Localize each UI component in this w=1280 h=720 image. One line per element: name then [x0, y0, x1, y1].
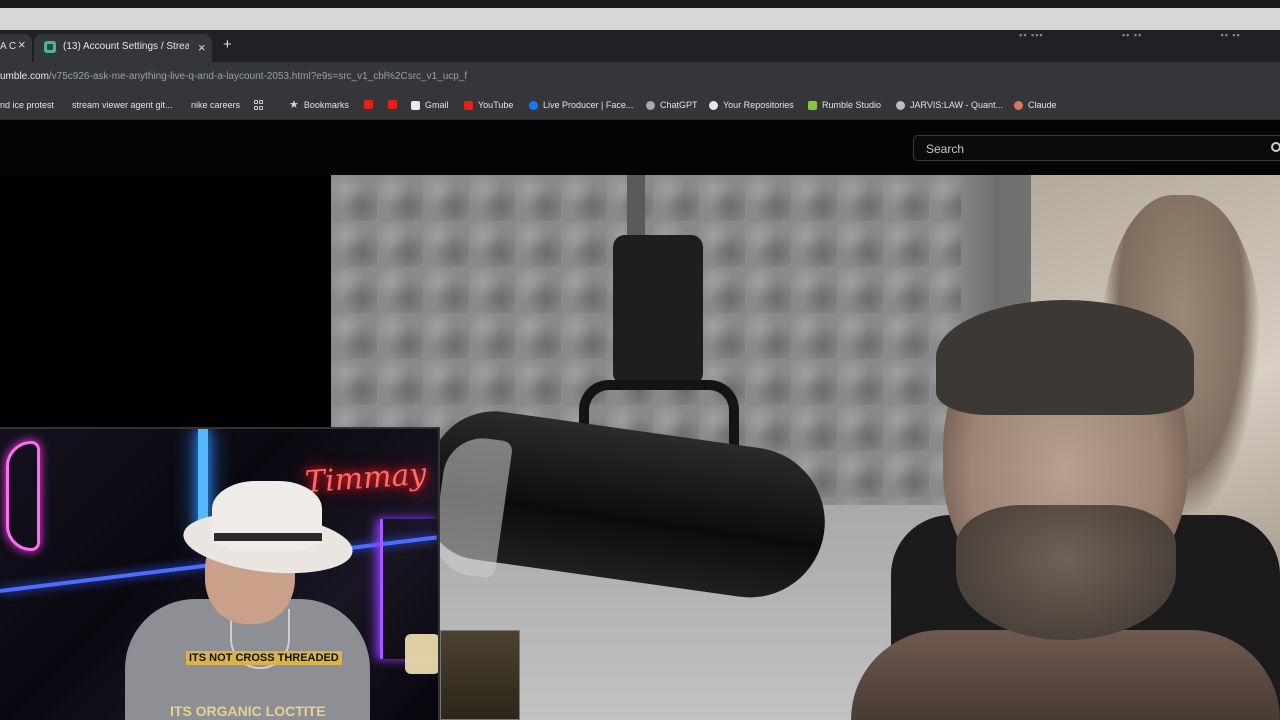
bookmark-label: nd ice protest — [0, 100, 55, 110]
bookmark-label: nike careers — [191, 100, 241, 110]
youtube-icon — [388, 100, 397, 109]
bookmarks-bar: nd ice protest stream viewer agent git..… — [0, 92, 1280, 120]
bookmark-label: Rumble Studio — [822, 100, 882, 110]
host-hair — [936, 300, 1194, 415]
search-box[interactable] — [913, 135, 1280, 161]
close-icon[interactable]: × — [18, 38, 26, 51]
facebook-icon — [529, 100, 538, 110]
tray-icon: ▪▪ ▪▪▪ — [1019, 30, 1044, 40]
bookmark-claude[interactable]: Claude — [1014, 100, 1057, 110]
tab-account-settings[interactable]: (13) Account Settings / Streaml × — [34, 34, 212, 62]
gmail-icon — [411, 100, 420, 110]
apps-button[interactable] — [254, 100, 269, 110]
screen: A C × (13) Account Settings / Streaml × … — [0, 0, 1280, 720]
bookmark-label: JARVIS:LAW - Quant... — [910, 100, 1004, 110]
tab-label: A C — [0, 41, 17, 52]
url-text[interactable]: umble.com/v75c926-ask-me-anything-live-q… — [0, 71, 467, 82]
bookmark-jarvis-law[interactable]: JARVIS:LAW - Quant... — [896, 100, 1003, 110]
os-top-strip — [0, 0, 1280, 8]
site-favicon-icon — [44, 41, 56, 53]
shirt-text-top: ITS NOT CROSS THREADED — [186, 651, 342, 665]
bookmark-repositories[interactable]: Your Repositories — [709, 100, 794, 110]
apps-grid-icon — [254, 100, 264, 110]
shirt-text-bottom: ITS ORGANIC LOCTITE — [170, 703, 326, 719]
host-beard — [956, 505, 1176, 640]
new-tab-button[interactable]: + — [223, 37, 232, 52]
bookmark-item[interactable] — [364, 100, 378, 109]
hat-band — [214, 533, 322, 541]
site-header — [0, 121, 1280, 175]
bookmark-item[interactable] — [388, 100, 402, 109]
youtube-icon — [364, 100, 373, 109]
sidebar-area — [0, 175, 331, 427]
tray-icon: ▪▪ ▪▪ — [1121, 30, 1143, 40]
bookmark-label: Gmail — [425, 100, 449, 110]
bookmark-label: stream viewer agent git... — [72, 100, 173, 110]
bookmark-label: Live Producer | Face... — [543, 100, 634, 110]
side-light — [405, 634, 438, 674]
bookmark-label: Bookmarks — [303, 100, 349, 110]
webcam-overlay: Timmay ITS NOT CROSS THREADED ITS ORGANI… — [0, 427, 440, 720]
bookmark-label: Claude — [1028, 100, 1057, 110]
bookmarks-folder[interactable]: ★ Bookmarks — [289, 98, 349, 111]
globe-icon — [896, 100, 905, 110]
bookmark-item[interactable]: nike careers — [191, 100, 240, 110]
os-title-bar — [0, 8, 1280, 30]
bookmark-label: YouTube — [478, 100, 514, 110]
bookmark-youtube[interactable]: YouTube — [464, 100, 513, 110]
neon-figure-sign — [6, 441, 40, 551]
system-tray-icons: ▪▪ ▪▪▪ ▪▪ ▪▪ ▪▪ ▪▪ — [980, 30, 1280, 40]
mic-arm — [613, 235, 703, 385]
tray-icon: ▪▪ ▪▪ — [1220, 30, 1241, 40]
tab-title: (13) Account Settings / Streaml — [63, 41, 189, 52]
bookmark-live-producer[interactable]: Live Producer | Face... — [529, 100, 633, 110]
bookmark-chatgpt[interactable]: ChatGPT — [646, 100, 698, 110]
address-bar[interactable]: umble.com/v75c926-ask-me-anything-live-q… — [0, 62, 1280, 92]
tab-partial[interactable]: A C — [0, 34, 32, 62]
bookmark-item[interactable]: stream viewer agent git... — [72, 100, 173, 110]
chatgpt-icon — [646, 100, 655, 110]
bookmark-label: ChatGPT — [660, 100, 698, 110]
url-path: /v75c926-ask-me-anything-live-q-and-a-la… — [48, 71, 468, 82]
mic-stand — [627, 175, 645, 235]
url-host: umble.com — [0, 71, 49, 82]
close-icon[interactable]: × — [198, 41, 206, 54]
browser-tab-strip: A C × (13) Account Settings / Streaml × … — [0, 30, 1280, 62]
rumble-icon — [808, 100, 817, 110]
claude-icon — [1014, 100, 1023, 110]
youtube-icon — [464, 100, 473, 110]
star-icon: ★ — [289, 98, 299, 111]
bookmark-gmail[interactable]: Gmail — [411, 100, 449, 110]
search-input[interactable] — [926, 140, 1256, 158]
host-shoulders — [851, 630, 1280, 720]
search-icon[interactable] — [1271, 142, 1280, 152]
bookmark-rumble-studio[interactable]: Rumble Studio — [808, 100, 881, 110]
bookmark-label: Your Repositories — [723, 100, 794, 110]
background-poster — [440, 630, 520, 720]
github-icon — [709, 100, 718, 110]
bookmark-item[interactable]: nd ice protest — [0, 100, 54, 110]
